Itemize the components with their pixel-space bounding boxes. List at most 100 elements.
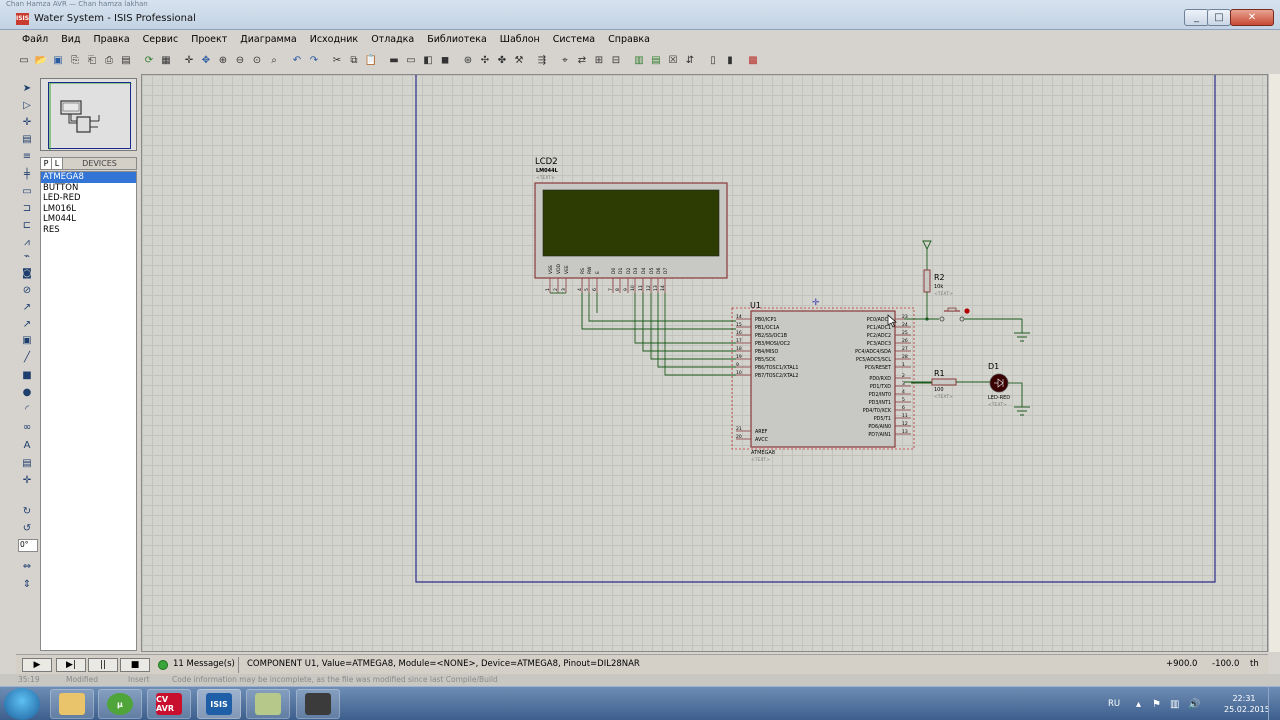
zoom-all-icon[interactable]: ⊙	[249, 52, 265, 68]
netlist-to-ares-icon[interactable]: ⇵	[682, 52, 698, 68]
make-device-icon[interactable]: ✣	[477, 52, 493, 68]
rotation-field[interactable]: 0°	[18, 539, 38, 552]
path-icon[interactable]: ∞	[19, 419, 35, 435]
netlist-icon[interactable]: ▥	[631, 52, 647, 68]
symbol-icon[interactable]: ▤	[19, 455, 35, 471]
menu-template[interactable]: Шаблон	[494, 34, 547, 45]
terminals-icon[interactable]: ⊐	[19, 200, 35, 216]
wire-label-icon[interactable]: ▤	[19, 131, 35, 147]
r2-component[interactable]: R2 10k <TEXT>	[922, 240, 953, 319]
zoom-out-icon[interactable]: ⊖	[232, 52, 248, 68]
menu-design[interactable]: Проект	[185, 34, 234, 45]
import-icon[interactable]: ⎘	[67, 52, 83, 68]
play-button[interactable]: ▶	[22, 658, 52, 672]
new-file-icon[interactable]: ▭	[16, 52, 32, 68]
menu-tools[interactable]: Сервис	[137, 34, 186, 45]
menu-help[interactable]: Справка	[602, 34, 657, 45]
circle-icon[interactable]: ●	[19, 384, 35, 400]
start-button[interactable]	[4, 688, 40, 720]
device-item-lm016l[interactable]: LM016L	[41, 204, 136, 215]
cut-icon[interactable]: ✂	[329, 52, 345, 68]
taskbar-app[interactable]	[246, 689, 290, 719]
tray-expand-icon[interactable]: ▴	[1136, 699, 1141, 710]
voltage-probe-icon[interactable]: ⊘	[19, 282, 35, 298]
junction-dot-icon[interactable]: ✛	[19, 114, 35, 130]
menu-graph[interactable]: Диаграмма	[234, 34, 303, 45]
text-icon[interactable]: A	[19, 437, 35, 453]
menu-system[interactable]: Система	[547, 34, 602, 45]
block-rotate-icon[interactable]: ◧	[420, 52, 436, 68]
lcd-component[interactable]: LCD2 LM044L <TEXT>	[534, 157, 728, 279]
led-component[interactable]: D1 LED-RED <TEXT>	[988, 362, 1030, 416]
virtual-instruments-icon[interactable]: ▣	[19, 332, 35, 348]
goto-sheet-icon[interactable]: ▯	[705, 52, 721, 68]
line-icon[interactable]: ╱	[19, 349, 35, 365]
undo-icon[interactable]: ↶	[289, 52, 305, 68]
minimize-button[interactable]: _	[1184, 9, 1209, 26]
zoom-in-icon[interactable]: ⊕	[215, 52, 231, 68]
menu-debug[interactable]: Отладка	[365, 34, 421, 45]
rotate-clockwise-icon[interactable]: ↻	[19, 503, 35, 519]
taskbar-codevision[interactable]: CV AVR	[147, 689, 191, 719]
vertical-scrollbar[interactable]	[1268, 74, 1280, 652]
marker-icon[interactable]: ✛	[19, 472, 35, 488]
block-move-icon[interactable]: ▭	[403, 52, 419, 68]
pick-device-icon[interactable]: ⊛	[460, 52, 476, 68]
selection-mode-icon[interactable]: ➤	[19, 80, 35, 96]
device-item-led-red[interactable]: LED-RED	[41, 193, 136, 204]
open-file-icon[interactable]: 📂	[33, 52, 49, 68]
stop-button[interactable]: ■	[120, 658, 150, 672]
device-item-button[interactable]: BUTTON	[41, 183, 136, 194]
print-icon[interactable]: ⎙	[101, 52, 117, 68]
menu-file[interactable]: Файл	[16, 34, 55, 45]
packaging-tool-icon[interactable]: ✤	[494, 52, 510, 68]
paste-icon[interactable]: 📋	[363, 52, 379, 68]
volume-icon[interactable]: 🔊	[1188, 699, 1200, 710]
box-icon[interactable]: ■	[19, 367, 35, 383]
tape-recorder-icon[interactable]: ⌁	[19, 248, 35, 264]
taskbar-app[interactable]	[296, 689, 340, 719]
menu-source[interactable]: Исходник	[304, 34, 365, 45]
block-copy-icon[interactable]: ▬	[386, 52, 402, 68]
refresh-icon[interactable]: ⟳	[141, 52, 157, 68]
pan-icon[interactable]: ✥	[198, 52, 214, 68]
print-area-icon[interactable]: ▤	[118, 52, 134, 68]
overview-window[interactable]	[40, 78, 137, 151]
message-count[interactable]: 11 Message(s)	[173, 659, 235, 669]
remove-sheet-icon[interactable]: ⊟	[608, 52, 624, 68]
decompose-icon[interactable]: ⚒	[511, 52, 527, 68]
property-assignment-icon[interactable]: ⇄	[574, 52, 590, 68]
schematic-canvas[interactable]: LCD2 LM044L <TEXT> VSS 1 VDD 2 VEE 3 RS 4 RW 5 E 6 D…	[141, 74, 1268, 652]
save-icon[interactable]: ▣	[50, 52, 66, 68]
step-button[interactable]: ▶|	[56, 658, 86, 672]
library-manager-button[interactable]: L	[52, 158, 63, 169]
show-desktop-button[interactable]	[1268, 687, 1280, 720]
taskbar-isis[interactable]: ISIS	[197, 689, 241, 719]
redo-icon[interactable]: ↷	[306, 52, 322, 68]
menu-edit[interactable]: Правка	[88, 34, 137, 45]
mirror-horizontal-icon[interactable]: ⇔	[19, 558, 35, 574]
electrical-rule-check-icon[interactable]: ☒	[665, 52, 681, 68]
device-item-lm044l[interactable]: LM044L	[41, 214, 136, 225]
language-indicator[interactable]: RU	[1108, 699, 1120, 709]
zoom-area-icon[interactable]: ⌕	[266, 52, 282, 68]
network-icon[interactable]: ▥	[1170, 699, 1179, 710]
subcircuit-icon[interactable]: ▭	[19, 183, 35, 199]
device-item-atmega8[interactable]: ATMEGA8	[41, 172, 136, 183]
taskbar-utorrent[interactable]: µ	[98, 689, 142, 719]
component-mode-icon[interactable]: ▷	[19, 97, 35, 113]
clock[interactable]: 22:31 25.02.2015	[1224, 693, 1270, 715]
rotate-anticlockwise-icon[interactable]: ↺	[19, 520, 35, 536]
maximize-button[interactable]: □	[1207, 9, 1231, 26]
search-tag-icon[interactable]: ⌖	[557, 52, 573, 68]
arc-icon[interactable]: ◜	[19, 401, 35, 417]
virtual-instruments-icon[interactable]: ↗	[19, 316, 35, 332]
zoom-to-child-icon[interactable]: ▮	[722, 52, 738, 68]
block-delete-icon[interactable]: ◼	[437, 52, 453, 68]
export-icon[interactable]: ⎗	[84, 52, 100, 68]
text-script-icon[interactable]: ≡	[19, 148, 35, 164]
pause-button[interactable]: ||	[88, 658, 118, 672]
generator-icon[interactable]: ◙	[19, 265, 35, 281]
new-sheet-icon[interactable]: ⊞	[591, 52, 607, 68]
pick-devices-button[interactable]: P	[41, 158, 52, 169]
